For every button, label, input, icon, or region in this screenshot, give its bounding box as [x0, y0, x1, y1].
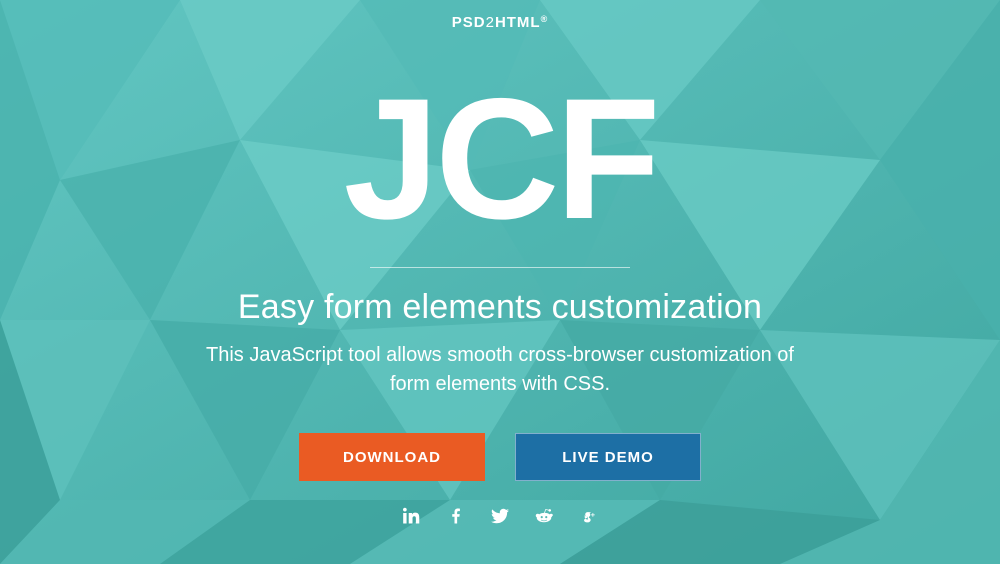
hero-landing: PSD2HTML® JCF Easy form elements customi… [0, 0, 1000, 564]
linkedin-icon[interactable] [403, 507, 421, 525]
googleplus-icon[interactable] [579, 507, 597, 525]
live-demo-button[interactable]: LIVE DEMO [515, 433, 701, 481]
product-title: JCF [344, 73, 657, 245]
brand-part2: 2 [486, 14, 495, 31]
download-button[interactable]: DOWNLOAD [299, 433, 485, 481]
cta-row: DOWNLOAD LIVE DEMO [299, 433, 701, 481]
product-description: This JavaScript tool allows smooth cross… [200, 341, 800, 399]
reddit-icon[interactable] [535, 507, 553, 525]
divider [370, 267, 630, 268]
social-row [403, 507, 597, 525]
twitter-icon[interactable] [491, 507, 509, 525]
brand-part1: PSD [452, 14, 486, 31]
brand-logo[interactable]: PSD2HTML® [452, 14, 548, 31]
facebook-icon[interactable] [447, 507, 465, 525]
brand-registered: ® [541, 14, 549, 24]
product-subtitle: Easy form elements customization [238, 288, 762, 327]
brand-part3: HTML [495, 14, 541, 31]
